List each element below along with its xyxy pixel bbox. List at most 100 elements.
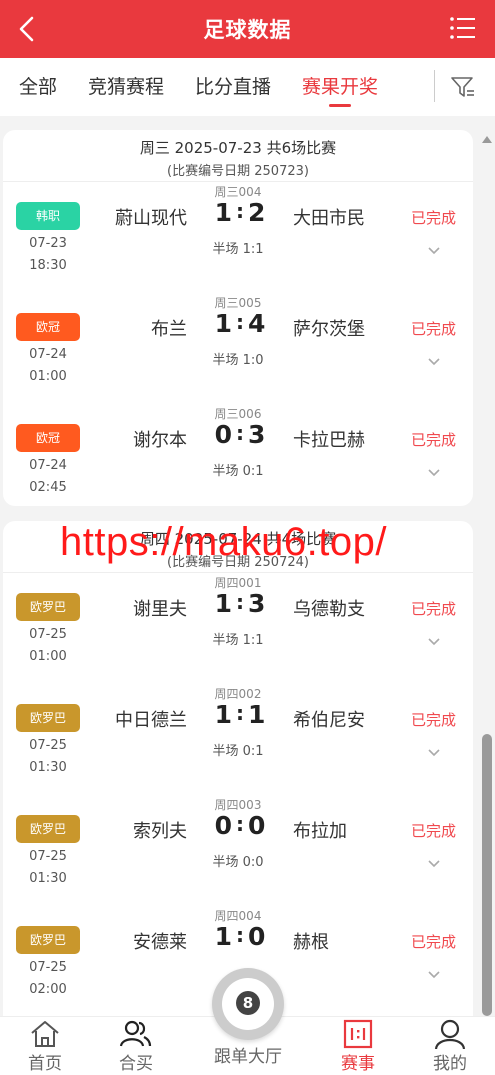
match-time: 18:30: [29, 258, 67, 273]
away-score: 3: [248, 589, 266, 618]
home-score: 1: [214, 198, 232, 227]
score-separator: :: [236, 199, 244, 223]
match-row[interactable]: 周三004 韩职 07-23 18:30 蔚山现代 1:2 大田市民 半场 1:…: [3, 180, 473, 291]
home-team: 蔚山现代: [115, 208, 187, 229]
half-time-score: 半场 0:0: [212, 855, 264, 870]
league-badge: 欧冠: [16, 424, 80, 452]
chevron-down-icon[interactable]: [427, 859, 441, 869]
chevron-down-icon[interactable]: [427, 748, 441, 758]
home-team: 索列夫: [133, 821, 187, 842]
half-time-score: 半场 1:0: [212, 353, 264, 368]
match-row[interactable]: 周三006 欧冠 07-24 02:45 谢尔本 0:3 卡拉巴赫 半场 0:1…: [3, 402, 473, 513]
results-list: 周三 2025-07-23 共6场比赛 (比赛编号日期 250723) 周三00…: [0, 116, 495, 1016]
scrollbar-thumb[interactable]: [482, 734, 492, 1016]
full-time-score: 1:4: [209, 309, 271, 338]
away-team: 布拉加: [293, 821, 347, 842]
chevron-down-icon[interactable]: [427, 468, 441, 478]
away-score: 3: [248, 420, 266, 449]
app-header: 足球数据: [0, 0, 495, 58]
away-team: 卡拉巴赫: [293, 430, 365, 451]
nav-mine[interactable]: 我的: [410, 1017, 490, 1075]
nav-home[interactable]: 首页: [5, 1017, 85, 1075]
half-time-score: 半场 0:1: [212, 464, 264, 479]
home-score: 1: [214, 700, 232, 729]
home-score: 1: [214, 922, 232, 951]
home-score: 0: [214, 811, 232, 840]
match-status: 已完成: [411, 600, 457, 618]
match-row[interactable]: 周三005 欧冠 07-24 01:00 布兰 1:4 萨尔茨堡 半场 1:0 …: [3, 291, 473, 402]
list-menu-icon[interactable]: [449, 14, 477, 42]
chevron-down-icon[interactable]: [427, 246, 441, 256]
tab-divider: [434, 70, 435, 102]
match-status: 已完成: [411, 711, 457, 729]
date-group-card: 周四 2025-07-24 共4场比赛 (比赛编号日期 250724) 周四00…: [3, 521, 473, 1016]
users-icon: [119, 1020, 152, 1047]
away-score: 4: [248, 309, 266, 338]
tab-bar: 全部 竞猜赛程 比分直播 赛果开奖: [0, 58, 495, 116]
away-score: 2: [248, 198, 266, 227]
scrollbar[interactable]: [482, 136, 492, 1016]
nav-mine-label: 我的: [433, 1054, 467, 1074]
league-badge: 欧冠: [16, 313, 80, 341]
full-time-score: 0:3: [209, 420, 271, 449]
chevron-down-icon[interactable]: [427, 970, 441, 980]
home-team: 安德莱: [133, 932, 187, 953]
nav-home-label: 首页: [28, 1054, 62, 1074]
score-separator: :: [236, 923, 244, 947]
full-time-score: 1:3: [209, 589, 271, 618]
score-separator: :: [236, 421, 244, 445]
full-time-score: 1:2: [209, 198, 271, 227]
home-team: 中日德兰: [115, 710, 187, 731]
tab-results[interactable]: 赛果开奖: [302, 58, 378, 116]
page-title: 足球数据: [203, 18, 292, 42]
match-status: 已完成: [411, 933, 457, 951]
score-separator: :: [236, 590, 244, 614]
away-score: 0: [248, 811, 266, 840]
match-row[interactable]: 周四002 欧罗巴 07-25 01:30 中日德兰 1:1 希伯尼安 半场 0…: [3, 682, 473, 793]
match-time: 01:00: [29, 369, 67, 384]
tab-betting-schedule[interactable]: 竞猜赛程: [88, 58, 164, 116]
chevron-down-icon[interactable]: [427, 357, 441, 367]
away-team: 大田市民: [293, 208, 365, 229]
half-time-score: 半场 1:1: [212, 633, 264, 648]
score-separator: :: [236, 310, 244, 334]
match-time: 01:30: [29, 871, 67, 886]
away-team: 萨尔茨堡: [293, 319, 365, 340]
billiard-ball-icon: 8: [222, 978, 274, 1030]
chevron-down-icon[interactable]: [427, 637, 441, 647]
away-team: 希伯尼安: [293, 710, 365, 731]
home-team: 布兰: [151, 319, 187, 340]
full-time-score: 1:1: [209, 700, 271, 729]
away-score: 1: [248, 700, 266, 729]
nav-events[interactable]: 赛事: [318, 1017, 398, 1075]
nav-follow-label[interactable]: 跟单大厅: [200, 1042, 296, 1067]
match-status: 已完成: [411, 320, 457, 338]
scoreboard-icon: [343, 1019, 373, 1049]
nav-group-buy[interactable]: 合买: [96, 1017, 176, 1075]
half-time-score: 半场 0:1: [212, 744, 264, 759]
scroll-up-arrow-icon[interactable]: [482, 136, 492, 143]
date-group-subtitle: (比赛编号日期 250723): [167, 164, 309, 179]
nav-events-label: 赛事: [341, 1054, 375, 1074]
match-row[interactable]: 周四003 欧罗巴 07-25 01:30 索列夫 0:0 布拉加 半场 0:0…: [3, 793, 473, 904]
home-score: 0: [214, 420, 232, 449]
score-separator: :: [236, 812, 244, 836]
back-arrow-icon[interactable]: [14, 14, 42, 44]
match-time: 01:00: [29, 649, 67, 664]
match-time: 01:30: [29, 760, 67, 775]
tab-all[interactable]: 全部: [19, 58, 57, 116]
match-status: 已完成: [411, 209, 457, 227]
tab-live-score[interactable]: 比分直播: [195, 58, 271, 116]
filter-icon[interactable]: [450, 74, 476, 100]
date-group-card: 周三 2025-07-23 共6场比赛 (比赛编号日期 250723) 周三00…: [3, 130, 473, 506]
nav-group-buy-label: 合买: [119, 1054, 153, 1074]
user-icon: [434, 1019, 466, 1049]
full-time-score: 1:0: [209, 922, 271, 951]
match-row[interactable]: 周四001 欧罗巴 07-25 01:00 谢里夫 1:3 乌德勒支 半场 1:…: [3, 571, 473, 682]
follow-hall-button[interactable]: 8: [212, 968, 284, 1040]
full-time-score: 0:0: [209, 811, 271, 840]
billiard-ball-number: 8: [236, 991, 260, 1015]
match-status: 已完成: [411, 822, 457, 840]
home-team: 谢里夫: [133, 599, 187, 620]
match-time: 02:45: [29, 480, 67, 495]
